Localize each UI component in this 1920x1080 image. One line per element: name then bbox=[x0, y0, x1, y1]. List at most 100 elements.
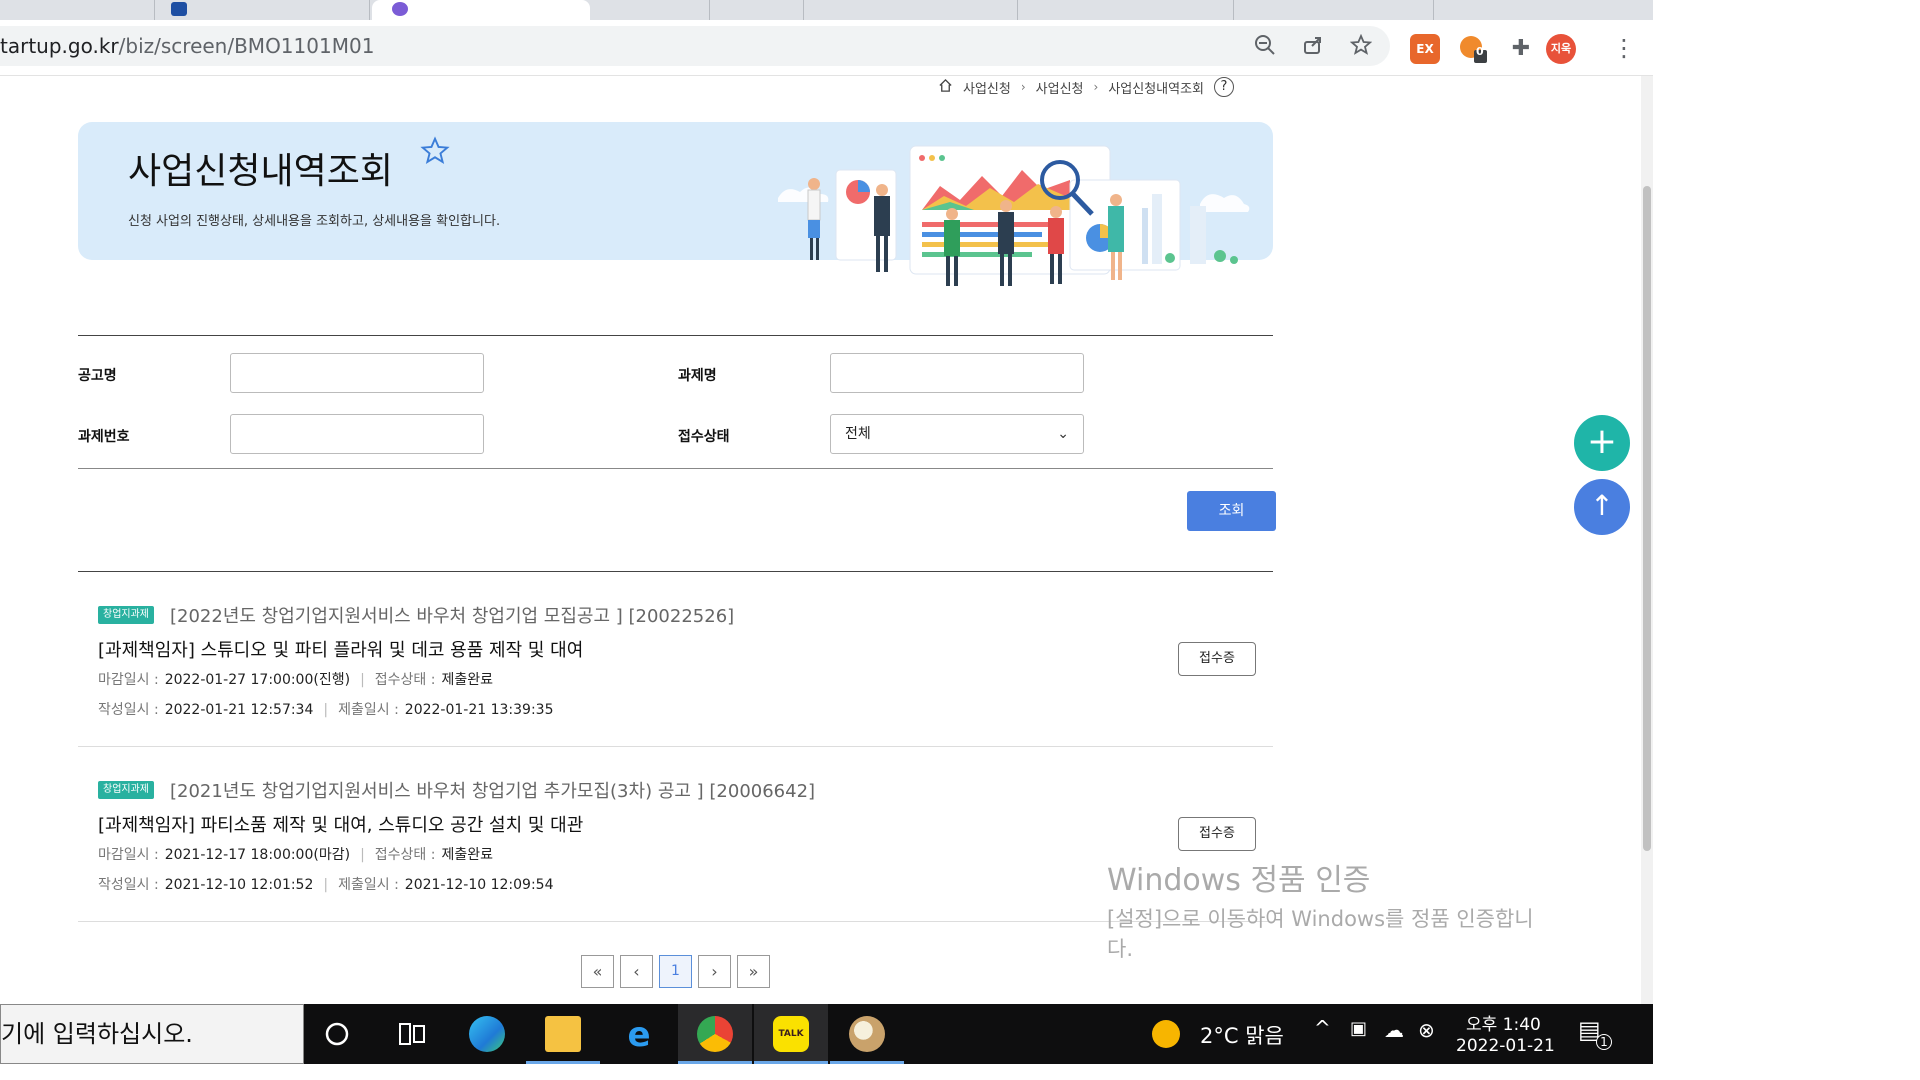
receipt-status-value: 전체 bbox=[845, 426, 871, 442]
internet-explorer-icon[interactable]: e bbox=[602, 1004, 676, 1064]
notice-title[interactable]: [2021년도 창업기업지원서비스 바우처 창업기업 추가모집(3차) 공고 ]… bbox=[170, 777, 815, 803]
task-number-input[interactable] bbox=[230, 414, 484, 454]
notification-count-badge: 1 bbox=[1596, 1034, 1612, 1050]
search-filter-form: 공고명 과제명 과제번호 접수상태 전체 ⌄ bbox=[78, 335, 1273, 469]
submitted-value: 2021-12-10 12:09:54 bbox=[404, 877, 554, 893]
clock-date[interactable]: 2022-01-21 bbox=[1456, 1036, 1555, 1056]
page-description: 신청 사업의 진행상태, 상세내용을 조회하고, 상세내용을 확인합니다. bbox=[128, 214, 501, 229]
url-path: /biz/screen/BMO1101M01 bbox=[118, 34, 375, 58]
created-label: 작성일시 : bbox=[98, 877, 159, 893]
browser-tab[interactable] bbox=[1018, 0, 1234, 20]
cortana-icon[interactable] bbox=[300, 1004, 374, 1064]
site-favicon-icon bbox=[392, 2, 408, 16]
receipt-button[interactable]: 접수증 bbox=[1178, 817, 1256, 851]
breadcrumb-item[interactable]: 사업신청 bbox=[963, 78, 1011, 97]
scroll-top-icon[interactable]: ↑ bbox=[1574, 479, 1630, 535]
first-page-button[interactable]: « bbox=[581, 955, 614, 988]
weather-sun-icon[interactable] bbox=[1136, 1004, 1196, 1064]
plus-icon[interactable]: + bbox=[1574, 415, 1630, 471]
scrollbar-thumb[interactable] bbox=[1643, 186, 1651, 851]
task-view-icon[interactable] bbox=[374, 1004, 448, 1064]
share-icon[interactable] bbox=[1300, 34, 1326, 60]
tray-chevron-up-icon[interactable]: ^ bbox=[1314, 1016, 1331, 1040]
task-number-label: 과제번호 bbox=[78, 429, 130, 445]
home-icon[interactable] bbox=[938, 78, 953, 97]
onedrive-icon[interactable]: ☁ bbox=[1384, 1018, 1404, 1042]
search-button[interactable]: 조회 bbox=[1187, 491, 1276, 531]
breadcrumb-item-current: 사업신청내역조회 bbox=[1108, 81, 1204, 97]
chrome-icon[interactable] bbox=[678, 1004, 752, 1064]
receipt-status-label: 접수상태 bbox=[678, 429, 730, 445]
url-text: tartup.go.kr/biz/screen/BMO1101M01 bbox=[0, 34, 374, 58]
address-bar[interactable]: tartup.go.kr/biz/screen/BMO1101M01 bbox=[0, 26, 1390, 66]
watermark-title: Windows 정품 인증 bbox=[1107, 863, 1371, 898]
submitted-label: 제출일시 : bbox=[338, 877, 399, 893]
kakaotalk-icon[interactable]: TALK bbox=[754, 1004, 828, 1064]
browser-tab[interactable] bbox=[710, 0, 804, 20]
url-host: tartup.go.kr bbox=[0, 34, 119, 58]
item-meta-row: 작성일시 : 2022-01-21 12:57:34 | 제출일시 : 2022-01-… bbox=[98, 699, 554, 719]
edge-browser-icon[interactable] bbox=[450, 1004, 524, 1064]
ex-extension-icon[interactable]: EX bbox=[1410, 34, 1440, 64]
breadcrumb-item[interactable]: 사업신청 bbox=[1036, 78, 1084, 97]
clock-time[interactable]: 오후 1:40 bbox=[1466, 1010, 1541, 1035]
deadline-label: 마감일시 : bbox=[98, 672, 159, 688]
zoom-icon[interactable] bbox=[1252, 34, 1278, 60]
browser-menu-icon[interactable]: ⋮ bbox=[1612, 34, 1636, 64]
bookmark-star-icon[interactable] bbox=[1348, 33, 1374, 60]
next-page-button[interactable]: › bbox=[698, 955, 731, 988]
status-label: 접수상태 : bbox=[374, 847, 436, 863]
extensions-puzzle-icon[interactable]: ✚ bbox=[1506, 34, 1536, 64]
created-label: 작성일시 : bbox=[98, 702, 159, 718]
weather-text[interactable]: 2°C 맑음 bbox=[1200, 1020, 1284, 1050]
prev-page-button[interactable]: ‹ bbox=[620, 955, 653, 988]
browser-tabstrip bbox=[0, 0, 1653, 20]
browser-tab[interactable] bbox=[0, 0, 155, 20]
item-meta-row: 마감일시 : 2021-12-17 18:00:00(마감) | 접수상태 : 제출완료 bbox=[98, 844, 493, 864]
submitted-value: 2022-01-21 13:39:35 bbox=[404, 702, 554, 718]
browser-tab[interactable] bbox=[1234, 0, 1434, 20]
breadcrumb: 사업신청 › 사업신청 › 사업신청내역조회 ? bbox=[938, 76, 1234, 98]
paint-icon[interactable] bbox=[830, 1004, 904, 1064]
site-favicon-icon bbox=[171, 2, 187, 16]
receipt-button[interactable]: 접수증 bbox=[1178, 642, 1256, 676]
notice-title[interactable]: [2022년도 창업기업지원서비스 바우처 창업기업 모집공고 ] [20022… bbox=[170, 602, 734, 628]
page-title: 사업신청내역조회 bbox=[128, 151, 393, 192]
help-icon[interactable]: ? bbox=[1214, 77, 1234, 97]
status-value: 제출완료 bbox=[441, 847, 493, 863]
favorite-star-icon[interactable] bbox=[420, 136, 450, 173]
windows-activation-watermark: Windows 정품 인증 [설정]으로 이동하여 Windows를 정품 인증… bbox=[1107, 855, 1534, 963]
browser-toolbar: tartup.go.kr/biz/screen/BMO1101M01 EX 0 … bbox=[0, 20, 1653, 76]
notice-name-input[interactable] bbox=[230, 353, 484, 393]
meta-divider: | bbox=[323, 877, 329, 893]
notification-extension-icon[interactable]: 0 bbox=[1458, 34, 1488, 64]
created-value: 2022-01-21 12:57:34 bbox=[164, 702, 314, 718]
file-explorer-icon[interactable] bbox=[526, 1004, 600, 1064]
browser-tab[interactable] bbox=[592, 0, 710, 20]
meet-now-icon[interactable]: ▣ bbox=[1350, 1018, 1367, 1039]
taskbar-search-box[interactable]: 기에 입력하십시오. bbox=[0, 1004, 304, 1064]
breadcrumb-separator-icon: › bbox=[1020, 80, 1026, 94]
taskbar-search-text: 기에 입력하십시오. bbox=[1, 1020, 193, 1048]
meta-divider: | bbox=[323, 702, 329, 718]
watermark-line: [설정]으로 이동하여 Windows를 정품 인증합니 bbox=[1107, 907, 1534, 931]
receipt-status-select[interactable]: 전체 ⌄ bbox=[830, 414, 1084, 454]
browser-tab[interactable] bbox=[804, 0, 1018, 20]
svg-text:e: e bbox=[627, 1015, 650, 1055]
deadline-value: 2022-01-27 17:00:00(진행) bbox=[164, 672, 351, 688]
task-name-input[interactable] bbox=[830, 353, 1084, 393]
browser-tab[interactable] bbox=[155, 0, 370, 20]
last-page-button[interactable]: » bbox=[737, 955, 770, 988]
page-scrollbar[interactable] bbox=[1641, 76, 1653, 1004]
task-title[interactable]: [과제책임자] 스튜디오 및 파티 플라워 및 데코 용품 제작 및 대여 bbox=[98, 636, 583, 662]
desktop-background bbox=[0, 1064, 1653, 1080]
task-title[interactable]: [과제책임자] 파티소품 제작 및 대여, 스튜디오 공간 설치 및 대관 bbox=[98, 811, 583, 837]
business-analytics-illustration bbox=[778, 145, 1250, 286]
browser-tab-active[interactable] bbox=[372, 0, 590, 20]
chevron-down-icon: ⌄ bbox=[1057, 426, 1069, 442]
network-disconnected-icon[interactable]: ⊗ bbox=[1418, 1018, 1435, 1042]
created-value: 2021-12-10 12:01:52 bbox=[164, 877, 314, 893]
page-1-button[interactable]: 1 bbox=[659, 955, 692, 988]
notice-name-label: 공고명 bbox=[78, 368, 117, 384]
profile-avatar[interactable]: 지욱 bbox=[1546, 34, 1576, 64]
